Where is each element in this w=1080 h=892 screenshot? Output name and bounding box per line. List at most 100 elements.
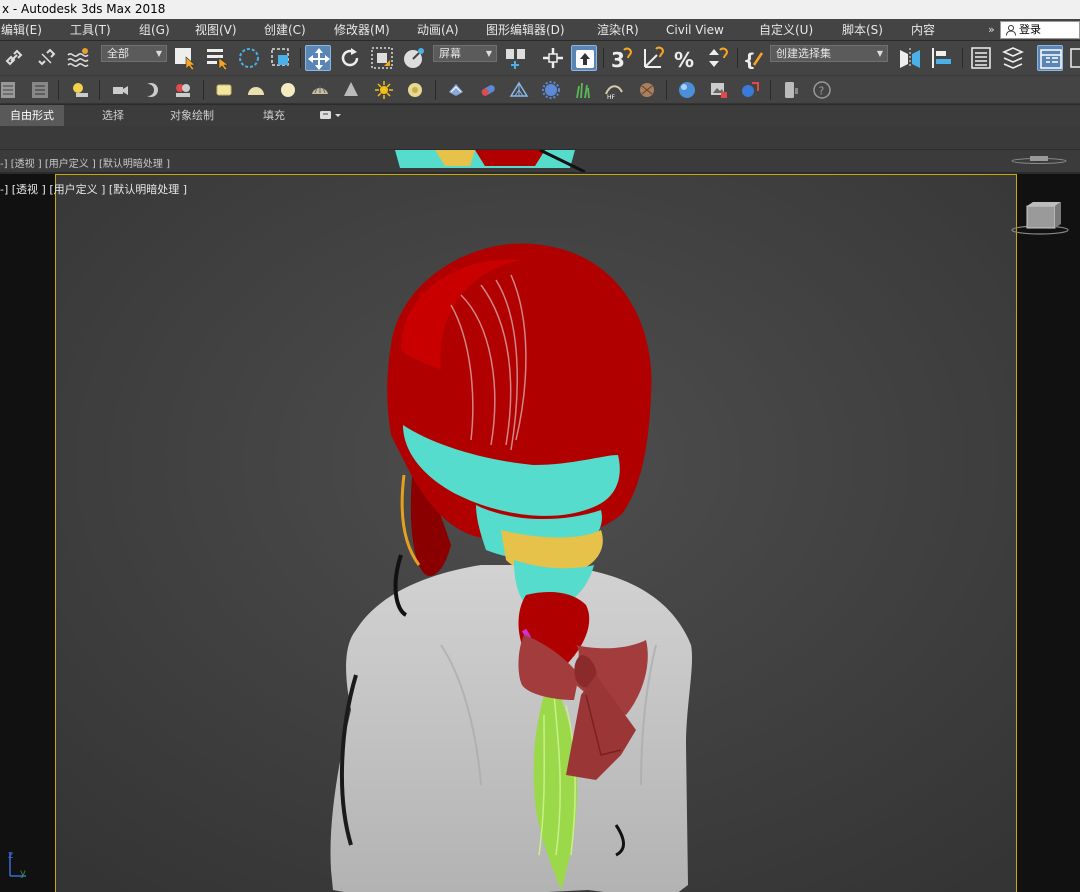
curve-editor-icon[interactable] xyxy=(1068,45,1080,71)
spinner-snap-icon[interactable] xyxy=(705,45,731,71)
viewcube-top-icon[interactable] xyxy=(1010,155,1068,165)
cone-icon[interactable] xyxy=(341,80,361,100)
angle-snap-icon[interactable] xyxy=(641,45,667,71)
mirror-icon[interactable] xyxy=(897,45,923,71)
select-and-move-icon[interactable] xyxy=(305,45,331,71)
select-manipulate-icon[interactable] xyxy=(540,45,566,71)
sun-icon[interactable] xyxy=(374,80,394,100)
hierarchy-icon[interactable] xyxy=(0,80,20,100)
ribbon-tabs: 自由形式 选择 对象绘制 填充 xyxy=(0,105,1080,126)
viewport-top-strip[interactable]: -] [透视 ] [用户定义 ] [默认明暗处理 ] xyxy=(0,150,1080,172)
menu-edit[interactable]: 编辑(E) xyxy=(1,19,42,41)
menu-views[interactable]: 视图(V) xyxy=(195,19,237,41)
menu-scripting[interactable]: 脚本(S) xyxy=(842,19,883,41)
secondary-toolbar: HF ? xyxy=(0,76,1080,104)
pivot-center-icon[interactable] xyxy=(503,45,529,71)
viewport-top-label[interactable]: -] [透视 ] [用户定义 ] [默认明暗处理 ] xyxy=(0,155,170,170)
menu-group[interactable]: 组(G) xyxy=(139,19,170,41)
keyboard-shortcut-override-icon[interactable] xyxy=(571,45,597,71)
named-selection-value: 创建选择集 xyxy=(776,47,831,60)
viewcube-icon[interactable] xyxy=(1010,200,1070,238)
grass-icon[interactable] xyxy=(573,80,593,100)
schematic-view-icon[interactable] xyxy=(30,80,50,100)
camera-icon[interactable] xyxy=(110,80,130,100)
menu-animation[interactable]: 动画(A) xyxy=(417,19,459,41)
render-frame-icon[interactable] xyxy=(709,80,729,100)
tab-freeform[interactable]: 自由形式 xyxy=(0,105,64,126)
menu-overflow-icon[interactable]: » xyxy=(988,19,995,41)
unlink-icon[interactable] xyxy=(33,45,59,71)
menu-tools[interactable]: 工具(T) xyxy=(70,19,111,41)
menu-civil-view[interactable]: Civil View xyxy=(666,19,724,41)
pill-icon[interactable] xyxy=(478,80,498,100)
light-sphere-icon[interactable] xyxy=(405,80,425,100)
viewport-label[interactable]: -] [透视 ] [用户定义 ] [默认明暗处理 ] xyxy=(0,181,187,197)
hair-fur-icon[interactable]: HF xyxy=(604,80,624,100)
tab-object-paint[interactable]: 对象绘制 xyxy=(170,105,214,126)
window-title: x - Autodesk 3ds Max 2018 xyxy=(0,0,1080,19)
menu-rendering[interactable]: 渲染(R) xyxy=(597,19,639,41)
render-production-icon[interactable] xyxy=(740,80,760,100)
separator xyxy=(203,80,204,100)
toggle-ribbon-icon[interactable] xyxy=(1037,45,1063,71)
percent-snap-icon[interactable]: % xyxy=(673,45,699,71)
shell-icon[interactable] xyxy=(310,80,330,100)
separator xyxy=(666,80,667,100)
menu-create[interactable]: 创建(C) xyxy=(264,19,306,41)
login-label: 登录 xyxy=(1019,23,1041,36)
separator xyxy=(962,48,963,68)
scene-explorer-icon[interactable] xyxy=(968,45,994,71)
window-crossing-icon[interactable] xyxy=(268,45,294,71)
menu-customize[interactable]: 自定义(U) xyxy=(759,19,813,41)
separator xyxy=(58,80,59,100)
separator xyxy=(770,80,771,100)
separator xyxy=(99,80,100,100)
render-setup-icon[interactable] xyxy=(173,80,193,100)
plane-primitive-icon[interactable] xyxy=(214,80,234,100)
ribbon-options-icon[interactable] xyxy=(319,109,343,122)
selection-region-icon[interactable] xyxy=(236,45,262,71)
material-editor-icon[interactable] xyxy=(677,80,697,100)
select-object-icon[interactable] xyxy=(172,45,198,71)
light-lister-icon[interactable] xyxy=(70,80,90,100)
help-icon[interactable]: ? xyxy=(812,80,832,100)
tent-icon[interactable] xyxy=(509,80,529,100)
select-and-scale-icon[interactable] xyxy=(369,45,395,71)
reference-coord-dropdown[interactable]: 屏幕 ▼ xyxy=(433,45,497,62)
phone-icon[interactable] xyxy=(781,80,801,100)
material-ball-icon[interactable] xyxy=(636,80,656,100)
ribbon-panel xyxy=(0,126,1080,150)
axis-z-label: z xyxy=(8,850,13,861)
select-by-name-icon[interactable] xyxy=(204,45,230,71)
axis-y-label: y xyxy=(20,868,26,879)
edit-named-selection-icon[interactable]: { xyxy=(742,45,768,71)
select-and-place-icon[interactable] xyxy=(401,45,427,71)
snaps-toggle-icon[interactable]: 3 xyxy=(609,45,635,71)
tab-selection[interactable]: 选择 xyxy=(102,105,124,126)
viewport-top-preview xyxy=(395,150,586,172)
named-selection-dropdown[interactable]: 创建选择集 ▼ xyxy=(770,45,888,62)
layer-explorer-icon[interactable] xyxy=(1000,45,1026,71)
viewport-right-panel xyxy=(1017,174,1080,892)
chevron-down-icon: ▼ xyxy=(876,49,883,58)
perspective-viewport[interactable] xyxy=(55,174,1017,892)
hemisphere-icon[interactable] xyxy=(246,80,266,100)
separator xyxy=(737,48,738,68)
user-icon xyxy=(1006,25,1016,36)
login-button[interactable]: 登录 xyxy=(1000,21,1080,39)
axis-tripod: z y xyxy=(2,848,32,884)
selection-filter-dropdown[interactable]: 全部 ▼ xyxy=(101,45,167,62)
tab-populate[interactable]: 填充 xyxy=(263,105,285,126)
bind-space-warp-icon[interactable] xyxy=(65,45,91,71)
menu-modifiers[interactable]: 修改器(M) xyxy=(334,19,390,41)
link-icon[interactable] xyxy=(1,45,27,71)
moon-icon[interactable] xyxy=(141,80,161,100)
select-and-rotate-icon[interactable] xyxy=(337,45,363,71)
gear-sphere-icon[interactable] xyxy=(541,80,561,100)
menu-content[interactable]: 内容 xyxy=(911,19,935,41)
character-body xyxy=(330,565,693,892)
particle-icon[interactable] xyxy=(446,80,466,100)
sphere-icon[interactable] xyxy=(278,80,298,100)
align-icon[interactable] xyxy=(929,45,955,71)
menu-graph-editors[interactable]: 图形编辑器(D) xyxy=(486,19,565,41)
